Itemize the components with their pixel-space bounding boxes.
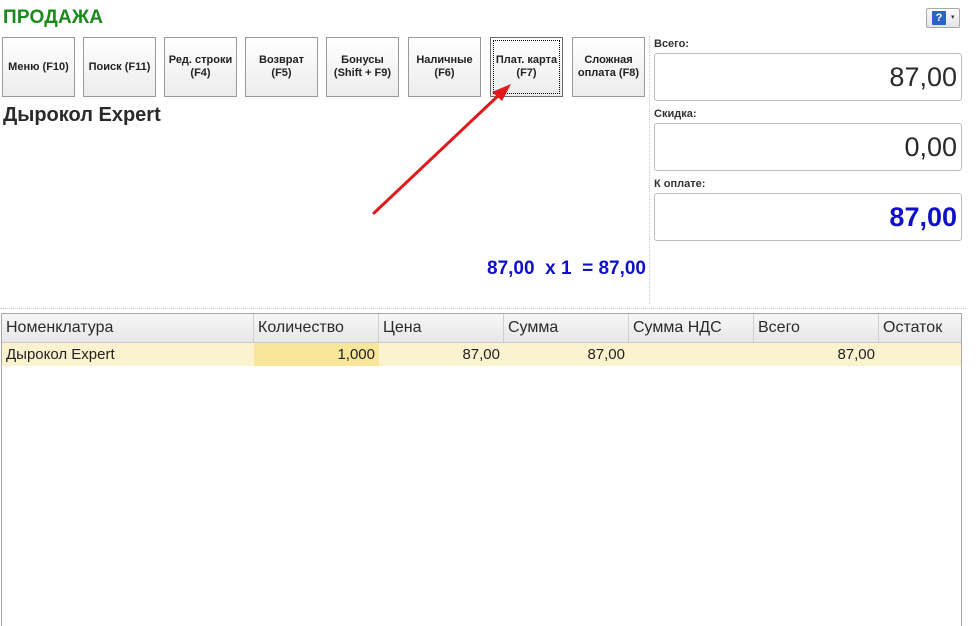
vertical-divider [649, 36, 650, 304]
search-button[interactable]: Поиск (F11) [83, 37, 156, 97]
discount-label: Скидка: [654, 108, 697, 120]
card-payment-button[interactable]: Плат. карта (F7) [490, 37, 563, 97]
bonuses-button[interactable]: Бонусы (Shift + F9) [326, 37, 399, 97]
return-button[interactable]: Возврат (F5) [245, 37, 318, 97]
help-icon: ? [932, 11, 946, 25]
column-header-nomenclature[interactable]: Номенклатура [2, 314, 254, 342]
column-header-quantity[interactable]: Количество [254, 314, 379, 342]
complex-payment-button[interactable]: Сложная оплата (F8) [572, 37, 645, 97]
column-header-total[interactable]: Всего [754, 314, 879, 342]
edit-line-button[interactable]: Ред. строки (F4) [164, 37, 237, 97]
table-row[interactable]: Дырокол Expert 1,000 87,00 87,00 87,00 [2, 343, 961, 366]
column-header-price[interactable]: Цена [379, 314, 504, 342]
cell-total: 87,00 [837, 346, 875, 363]
cell-price: 87,00 [462, 346, 500, 363]
cell-nomenclature: Дырокол Expert [6, 346, 115, 363]
chevron-down-icon: ▾ [951, 14, 955, 21]
column-header-balance[interactable]: Остаток [879, 314, 961, 342]
cash-button[interactable]: Наличные (F6) [408, 37, 481, 97]
to-pay-label: К оплате: [654, 178, 706, 190]
total-label: Всего: [654, 38, 689, 50]
cell-quantity[interactable]: 1,000 [254, 343, 379, 366]
total-field: 87,00 [654, 53, 962, 101]
items-table[interactable]: Номенклатура Количество Цена Сумма Сумма… [1, 313, 962, 626]
column-header-vat-sum[interactable]: Сумма НДС [629, 314, 754, 342]
line-calculation: 87,00 x 1 = 87,00 [487, 258, 646, 279]
help-button[interactable]: ? ▾ [926, 8, 960, 28]
cell-sum: 87,00 [587, 346, 625, 363]
column-header-sum[interactable]: Сумма [504, 314, 629, 342]
discount-field: 0,00 [654, 123, 962, 171]
horizontal-divider [0, 308, 966, 309]
cell-balance [879, 343, 961, 366]
current-product-name: Дырокол Expert [3, 104, 161, 126]
cell-vat-sum [629, 343, 754, 366]
to-pay-field: 87,00 [654, 193, 962, 241]
page-title: ПРОДАЖА [3, 7, 104, 28]
table-header: Номенклатура Количество Цена Сумма Сумма… [2, 314, 961, 343]
menu-button[interactable]: Меню (F10) [2, 37, 75, 97]
